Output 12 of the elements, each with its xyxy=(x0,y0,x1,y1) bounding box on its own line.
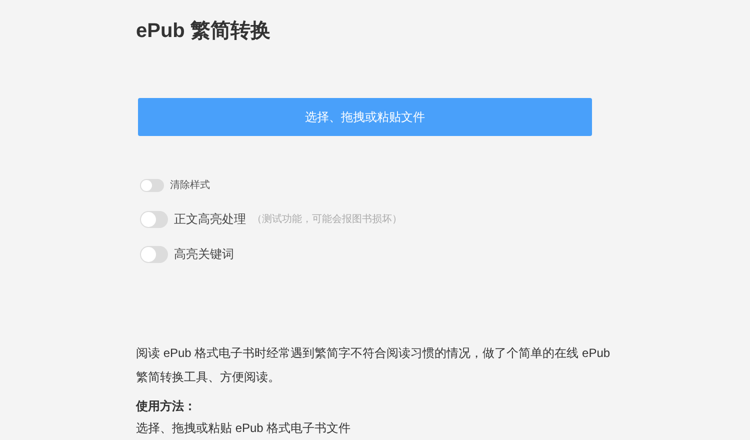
toggle-switch[interactable] xyxy=(140,246,168,262)
description-text: 阅读 ePub 格式电子书时经常遇到繁简字不符合阅读习惯的情况，做了个简单的在线 ePub 繁简转换工具、方便阅读。 xyxy=(136,345,612,386)
toggle-switch[interactable] xyxy=(140,210,168,228)
hint-text: （测试功能，可能会报图书损坏） xyxy=(252,212,402,226)
upload-button[interactable]: 选择、拖拽或粘贴文件 xyxy=(138,98,592,136)
toggle-label: 清除样式 xyxy=(170,178,210,193)
usage-text: 选择、拖拽或粘贴 ePub 格式电子书文件 xyxy=(136,420,352,437)
page-title: ePub 繁简转换 xyxy=(136,19,272,44)
toggle-switch[interactable] xyxy=(140,179,164,192)
usage-heading: 使用方法： xyxy=(136,398,197,415)
toggle-label: 正文高亮处理 xyxy=(174,211,246,228)
toggle-label: 高亮关键词 xyxy=(174,246,234,263)
